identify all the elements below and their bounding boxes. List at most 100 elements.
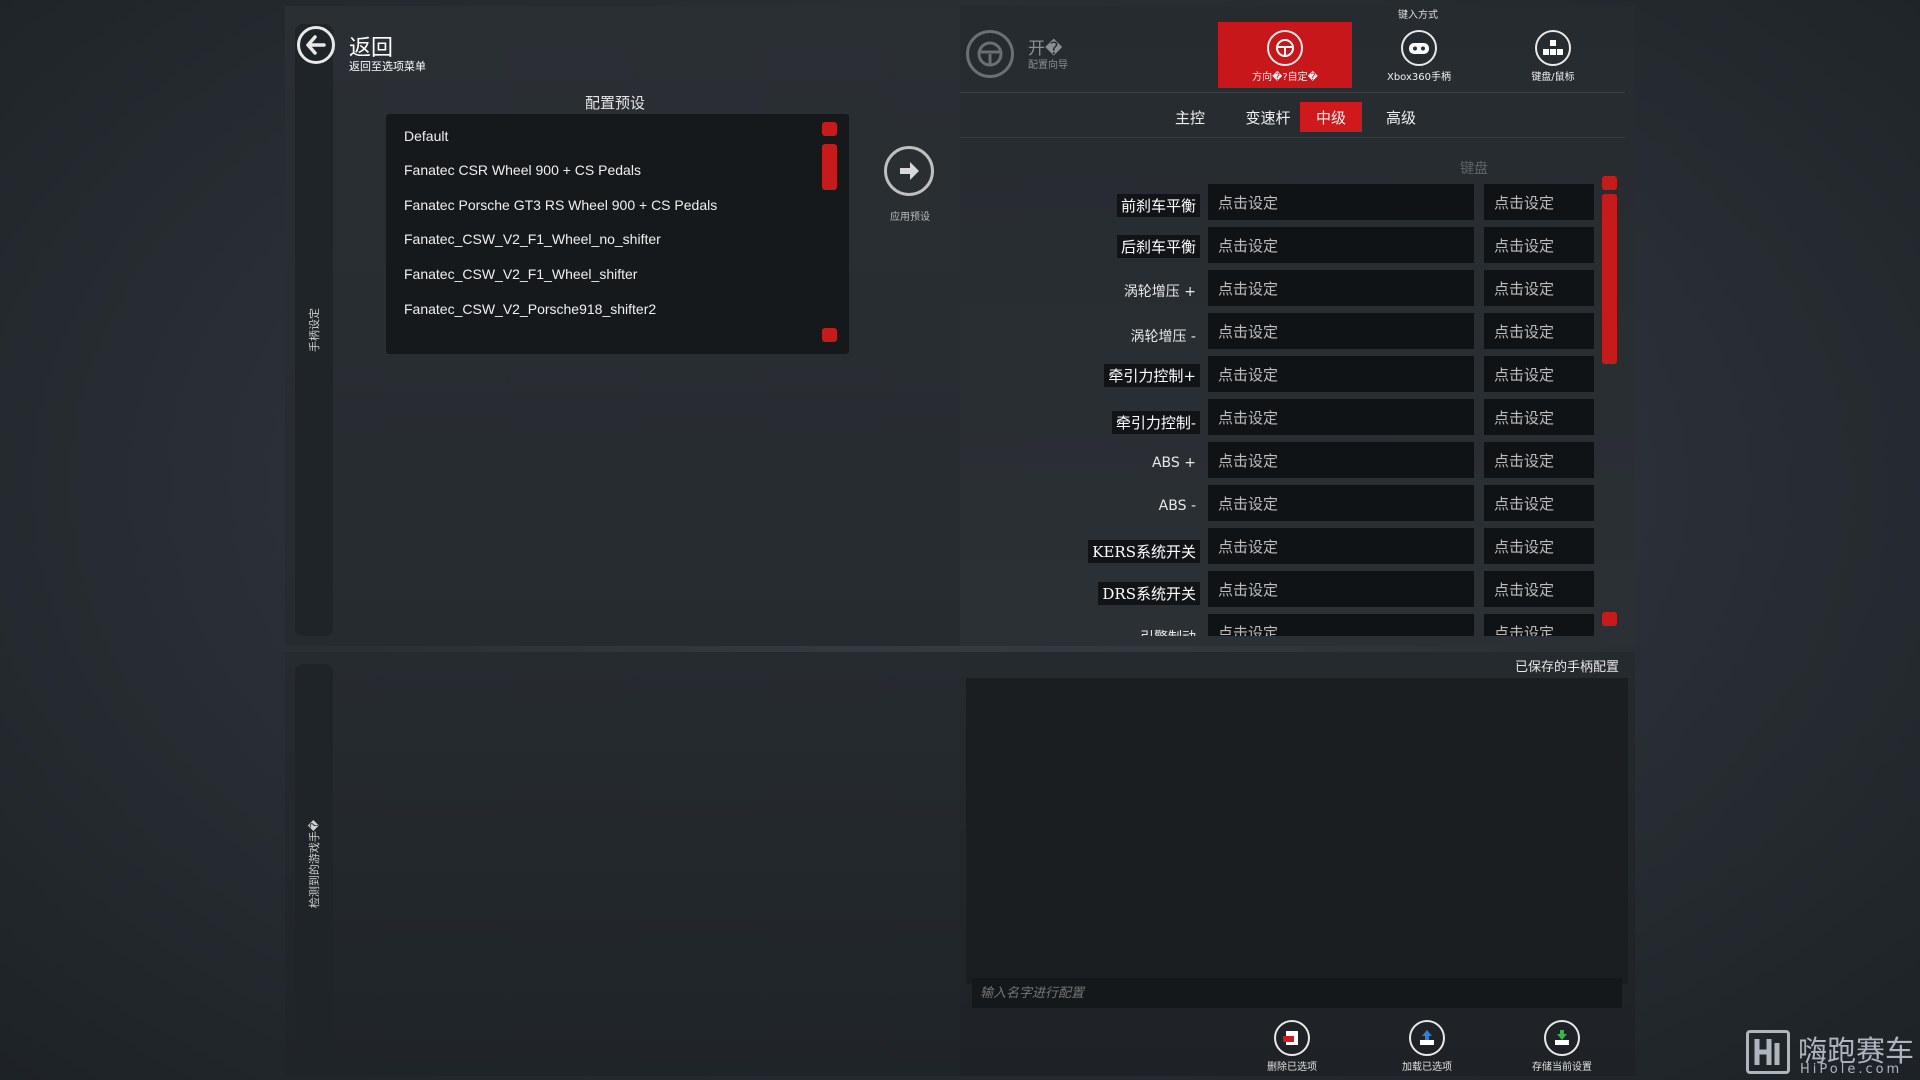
preset-item[interactable]: Fanatec Porsche GT3 RS Wheel 900 + CS Pe… — [404, 197, 717, 213]
scroll-down-arrow[interactable] — [822, 328, 837, 342]
binding-secondary-field[interactable]: 点击设定 — [1484, 442, 1594, 478]
binding-row: ABS - 点击设定 点击设定 — [960, 485, 1620, 521]
binding-scroll-up-arrow[interactable] — [1602, 176, 1617, 190]
binding-secondary-field[interactable]: 点击设定 — [1484, 313, 1594, 349]
binding-secondary-field[interactable]: 点击设定 — [1484, 528, 1594, 564]
delete-selected-button[interactable]: 删除已选项 — [1247, 1020, 1337, 1073]
binding-row: 牵引力控制+ 点击设定 点击设定 — [960, 356, 1620, 392]
binding-label: 牵引力控制- — [1111, 411, 1200, 434]
preset-item[interactable]: Default — [404, 128, 448, 144]
mode-label: 键盘/鼠标 — [1531, 72, 1575, 83]
binding-secondary-field[interactable]: 点击设定 — [1484, 571, 1594, 607]
preset-item[interactable]: Fanatec_CSW_V2_F1_Wheel_shifter — [404, 266, 637, 282]
preset-panel: 手柄设定 返回 返回至选项菜单 配置预设 Default Fanatec CSR… — [285, 6, 960, 646]
saved-configs-header: 已保存的手柄配置 — [1514, 660, 1619, 675]
binding-primary-field[interactable]: 点击设定 — [1208, 442, 1474, 478]
wizard-button[interactable]: 开� 配置向导 — [966, 26, 1086, 82]
binding-label-wrap: 引擎制动 — [960, 614, 1200, 636]
binding-primary-field[interactable]: 点击设定 — [1208, 571, 1474, 607]
save-current-button[interactable]: 存储当前设置 — [1517, 1020, 1607, 1073]
binding-label: 引擎制动 — [1136, 626, 1200, 636]
preset-item[interactable]: Fanatec_CSW_V2_Porsche918_shifter2 — [404, 301, 656, 317]
binding-label-wrap: DRS系统开关 — [960, 571, 1200, 607]
gamepad-icon — [1401, 30, 1437, 66]
binding-label-wrap: 涡轮增压 + — [960, 270, 1200, 306]
binding-secondary-field[interactable]: 点击设定 — [1484, 270, 1594, 306]
binding-label-wrap: 后刹车平衡 — [960, 227, 1200, 263]
saved-configs-list[interactable] — [966, 678, 1628, 984]
binding-scrollbar-thumb[interactable] — [1602, 194, 1617, 364]
keyboard-column-header: 键盘 — [1460, 161, 1488, 177]
tab-divider — [960, 137, 1625, 138]
preset-item[interactable]: Fanatec CSR Wheel 900 + CS Pedals — [404, 162, 641, 178]
mode-label: Xbox360手柄 — [1386, 72, 1451, 83]
binding-primary-field[interactable]: 点击设定 — [1208, 485, 1474, 521]
binding-secondary-field[interactable]: 点击设定 — [1484, 227, 1594, 263]
mode-keyboard-mouse[interactable]: 键盘/鼠标 — [1486, 22, 1620, 88]
binding-row: 后刹车平衡 点击设定 点击设定 — [960, 227, 1620, 263]
mode-label: 方向�?自定� — [1252, 72, 1318, 83]
binding-primary-field[interactable]: 点击设定 — [1208, 313, 1474, 349]
delete-selected-label: 删除已选项 — [1267, 1062, 1317, 1073]
controller-settings-label: 手柄设定 — [308, 308, 321, 352]
binding-row: 涡轮增压 + 点击设定 点击设定 — [960, 270, 1620, 306]
hipole-logo-icon — [1746, 1030, 1790, 1074]
binding-secondary-field[interactable]: 点击设定 — [1484, 184, 1594, 220]
binding-list: 前刹车平衡 点击设定 点击设定 后刹车平衡 点击设定 点击设定 涡轮增压 + 点… — [960, 176, 1620, 636]
scrollbar-thumb[interactable] — [822, 144, 837, 190]
preset-item[interactable]: Fanatec_CSW_V2_F1_Wheel_no_shifter — [404, 231, 661, 247]
wizard-wheel-icon — [966, 30, 1014, 78]
binding-row: 牵引力控制- 点击设定 点击设定 — [960, 399, 1620, 435]
binding-row: DRS系统开关 点击设定 点击设定 — [960, 571, 1620, 607]
binding-primary-field[interactable]: 点击设定 — [1208, 614, 1474, 636]
config-name-input[interactable] — [972, 978, 1622, 1008]
mode-xbox360[interactable]: Xbox360手柄 — [1352, 22, 1486, 88]
mode-steering-wheel[interactable]: 方向�?自定� — [1218, 22, 1352, 88]
detected-controllers-panel: 检测到的游戏手� — [285, 652, 960, 1076]
binding-label: 前刹车平衡 — [1116, 194, 1200, 217]
binding-row: ABS + 点击设定 点击设定 — [960, 442, 1620, 478]
binding-row: 前刹车平衡 点击设定 点击设定 — [960, 184, 1620, 220]
binding-secondary-field[interactable]: 点击设定 — [1484, 399, 1594, 435]
binding-label: 后刹车平衡 — [1116, 235, 1200, 258]
binding-label: 涡轮增压 - — [1130, 329, 1196, 345]
keyboard-icon — [1535, 30, 1571, 66]
binding-scroll-down-arrow[interactable] — [1602, 612, 1617, 626]
tab-main[interactable]: 主控 — [1160, 102, 1220, 132]
binding-primary-field[interactable]: 点击设定 — [1208, 528, 1474, 564]
binding-primary-field[interactable]: 点击设定 — [1208, 227, 1474, 263]
watermark: 嗨跑赛车 HiPole.com — [1746, 1026, 1918, 1078]
back-button[interactable]: 返回 返回至选项菜单 — [293, 20, 433, 73]
load-selected-button[interactable]: 加载已选项 — [1382, 1020, 1472, 1073]
binding-primary-field[interactable]: 点击设定 — [1208, 270, 1474, 306]
binding-primary-field[interactable]: 点击设定 — [1208, 356, 1474, 392]
binding-label-wrap: KERS系统开关 — [960, 528, 1200, 564]
back-arrow-icon — [297, 26, 335, 64]
binding-secondary-field[interactable]: 点击设定 — [1484, 356, 1594, 392]
binding-label-wrap: 涡轮增压 - — [960, 313, 1200, 349]
side-strip: 手柄设定 — [295, 24, 333, 636]
saved-configs-panel: 已保存的手柄配置 — [960, 652, 1635, 1076]
apply-preset-button[interactable]: 应用预设 — [875, 146, 945, 226]
load-icon — [1409, 1020, 1445, 1056]
binding-secondary-field[interactable]: 点击设定 — [1484, 485, 1594, 521]
save-current-label: 存储当前设置 — [1532, 1062, 1592, 1073]
binding-label: 涡轮增压 + — [1123, 284, 1196, 300]
presets-header: 配置预设 — [585, 94, 646, 112]
input-mode-header: 键入方式 — [1398, 10, 1438, 21]
tab-advanced[interactable]: 高级 — [1370, 102, 1432, 132]
apply-preset-label: 应用预设 — [890, 212, 930, 223]
binding-row: KERS系统开关 点击设定 点击设定 — [960, 528, 1620, 564]
tab-intermediate[interactable]: 中级 — [1300, 102, 1362, 132]
binding-label-wrap: 牵引力控制+ — [960, 356, 1200, 392]
binding-row: 涡轮增压 - 点击设定 点击设定 — [960, 313, 1620, 349]
bindings-panel: 开� 配置向导 键入方式 方向�?自定� Xbox360手柄 键盘/鼠标 主控 … — [960, 6, 1635, 646]
binding-primary-field[interactable]: 点击设定 — [1208, 184, 1474, 220]
tab-shifter[interactable]: 变速杆 — [1228, 102, 1308, 132]
binding-label-wrap: 牵引力控制- — [960, 399, 1200, 435]
binding-secondary-field[interactable]: 点击设定 — [1484, 614, 1594, 636]
delete-icon — [1274, 1020, 1310, 1056]
binding-primary-field[interactable]: 点击设定 — [1208, 399, 1474, 435]
binding-label: 牵引力控制+ — [1104, 364, 1200, 387]
scroll-up-arrow[interactable] — [822, 122, 837, 136]
